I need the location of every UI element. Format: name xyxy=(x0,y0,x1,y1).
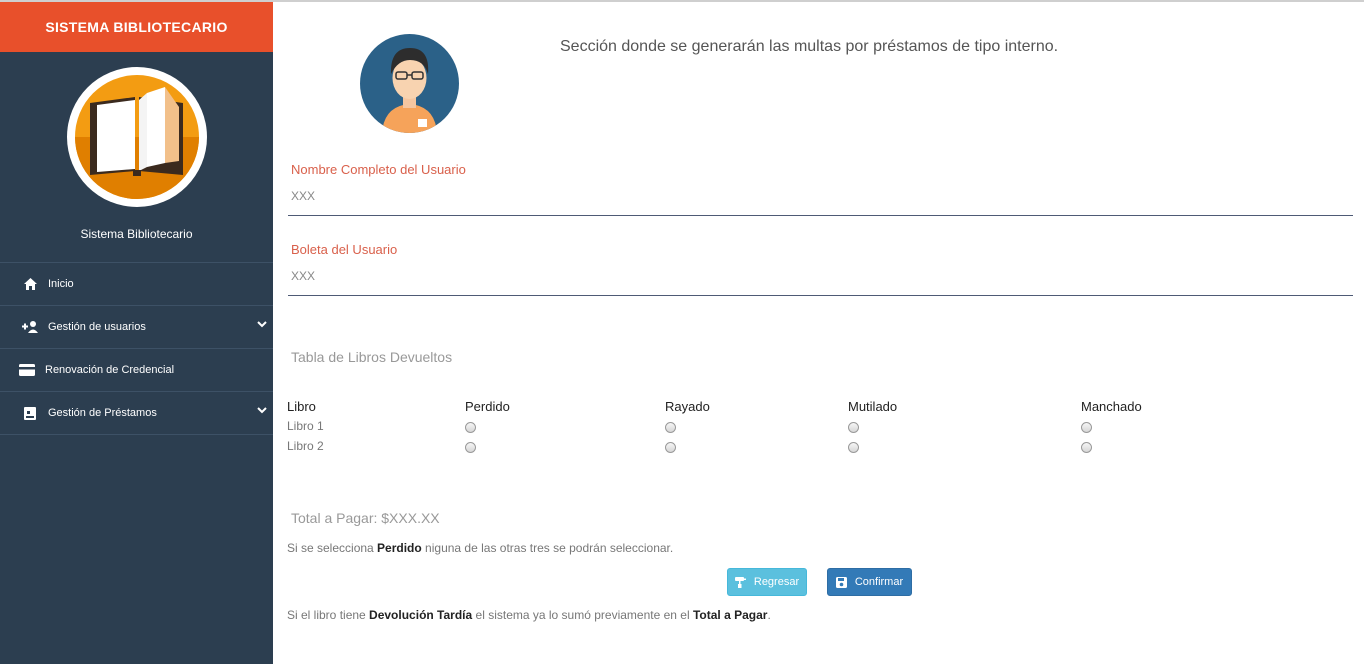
sidebar-item-renovacion-credencial[interactable]: Renovación de Credencial xyxy=(0,349,273,392)
note-text: Si se selecciona xyxy=(287,541,378,555)
sidebar-title: Sistema Bibliotecario xyxy=(80,227,193,241)
user-plus-icon xyxy=(20,320,40,334)
sidebar-item-label: Gestión de Préstamos xyxy=(48,407,157,419)
sidebar-item-label: Renovación de Credencial xyxy=(45,364,175,376)
total-to-pay: Total a Pagar: $XXX.XX xyxy=(291,510,440,526)
sidebar-item-label: Inicio xyxy=(48,278,74,290)
sidebar-item-gestion-prestamos[interactable]: Gestión de Préstamos xyxy=(0,392,273,435)
chevron-down-icon[interactable] xyxy=(257,405,267,417)
paint-roller-icon xyxy=(734,576,746,588)
col-header-rayado: Rayado xyxy=(665,399,710,414)
sidebar-menu: Inicio Gestión de usuarios Renovación de… xyxy=(0,262,273,435)
confirm-button[interactable]: Confirmar xyxy=(827,568,912,596)
book-icon xyxy=(75,75,199,199)
library-logo xyxy=(67,67,207,207)
note-text: . xyxy=(767,608,771,622)
radio-libro1-manchado[interactable] xyxy=(1081,422,1092,433)
floppy-disk-icon xyxy=(835,576,847,588)
row-label-libro-2: Libro 2 xyxy=(287,439,324,453)
sidebar-item-label: Gestión de usuarios xyxy=(48,321,146,333)
note-devolucion-tardia: Si el libro tiene Devolución Tardía el s… xyxy=(287,608,771,622)
radio-libro1-rayado[interactable] xyxy=(665,422,676,433)
user-name-underline xyxy=(288,215,1353,216)
row-label-libro-1: Libro 1 xyxy=(287,419,324,433)
col-header-libro: Libro xyxy=(287,399,316,414)
note-perdido: Si se selecciona Perdido niguna de las o… xyxy=(287,541,673,555)
note-bold: Devolución Tardía xyxy=(369,608,473,622)
user-name-label: Nombre Completo del Usuario xyxy=(291,162,466,177)
radio-libro2-rayado[interactable] xyxy=(665,442,676,453)
credit-card-icon xyxy=(17,363,37,377)
note-bold: Total a Pagar xyxy=(692,608,768,622)
app-brand[interactable]: SISTEMA BIBLIOTECARIO xyxy=(0,2,273,52)
page-heading: Sección donde se generarán las multas po… xyxy=(560,38,1059,55)
back-button[interactable]: Regresar xyxy=(727,568,807,596)
col-header-manchado: Manchado xyxy=(1081,399,1142,414)
radio-libro2-mutilado[interactable] xyxy=(848,442,859,453)
radio-libro2-manchado[interactable] xyxy=(1081,442,1092,453)
note-text: el sistema ya lo sumó previamente en el xyxy=(472,608,693,622)
table-title: Tabla de Libros Devueltos xyxy=(291,349,453,365)
back-button-label: Regresar xyxy=(753,576,800,588)
radio-libro2-perdido[interactable] xyxy=(465,442,476,453)
boleta-underline xyxy=(288,295,1353,296)
col-header-mutilado: Mutilado xyxy=(848,399,898,414)
note-text: niguna de las otras tres se podrán selec… xyxy=(421,541,674,555)
user-avatar xyxy=(360,34,459,133)
sidebar-item-inicio[interactable]: Inicio xyxy=(0,263,273,306)
chevron-down-icon[interactable] xyxy=(257,319,267,331)
boleta-label: Boleta del Usuario xyxy=(291,242,398,257)
radio-libro1-mutilado[interactable] xyxy=(848,422,859,433)
home-icon xyxy=(20,277,40,291)
radio-libro1-perdido[interactable] xyxy=(465,422,476,433)
note-text: Si el libro tiene xyxy=(287,608,370,622)
sidebar-item-gestion-usuarios[interactable]: Gestión de usuarios xyxy=(0,306,273,349)
image-icon xyxy=(20,406,40,420)
col-header-perdido: Perdido xyxy=(465,399,510,414)
boleta-value[interactable]: XXX xyxy=(291,269,315,283)
confirm-button-label: Confirmar xyxy=(854,576,904,588)
user-name-value[interactable]: XXX xyxy=(291,189,315,203)
note-bold: Perdido xyxy=(377,541,422,555)
sidebar: SISTEMA BIBLIOTECARIO Sistema Biblioteca… xyxy=(0,2,273,664)
